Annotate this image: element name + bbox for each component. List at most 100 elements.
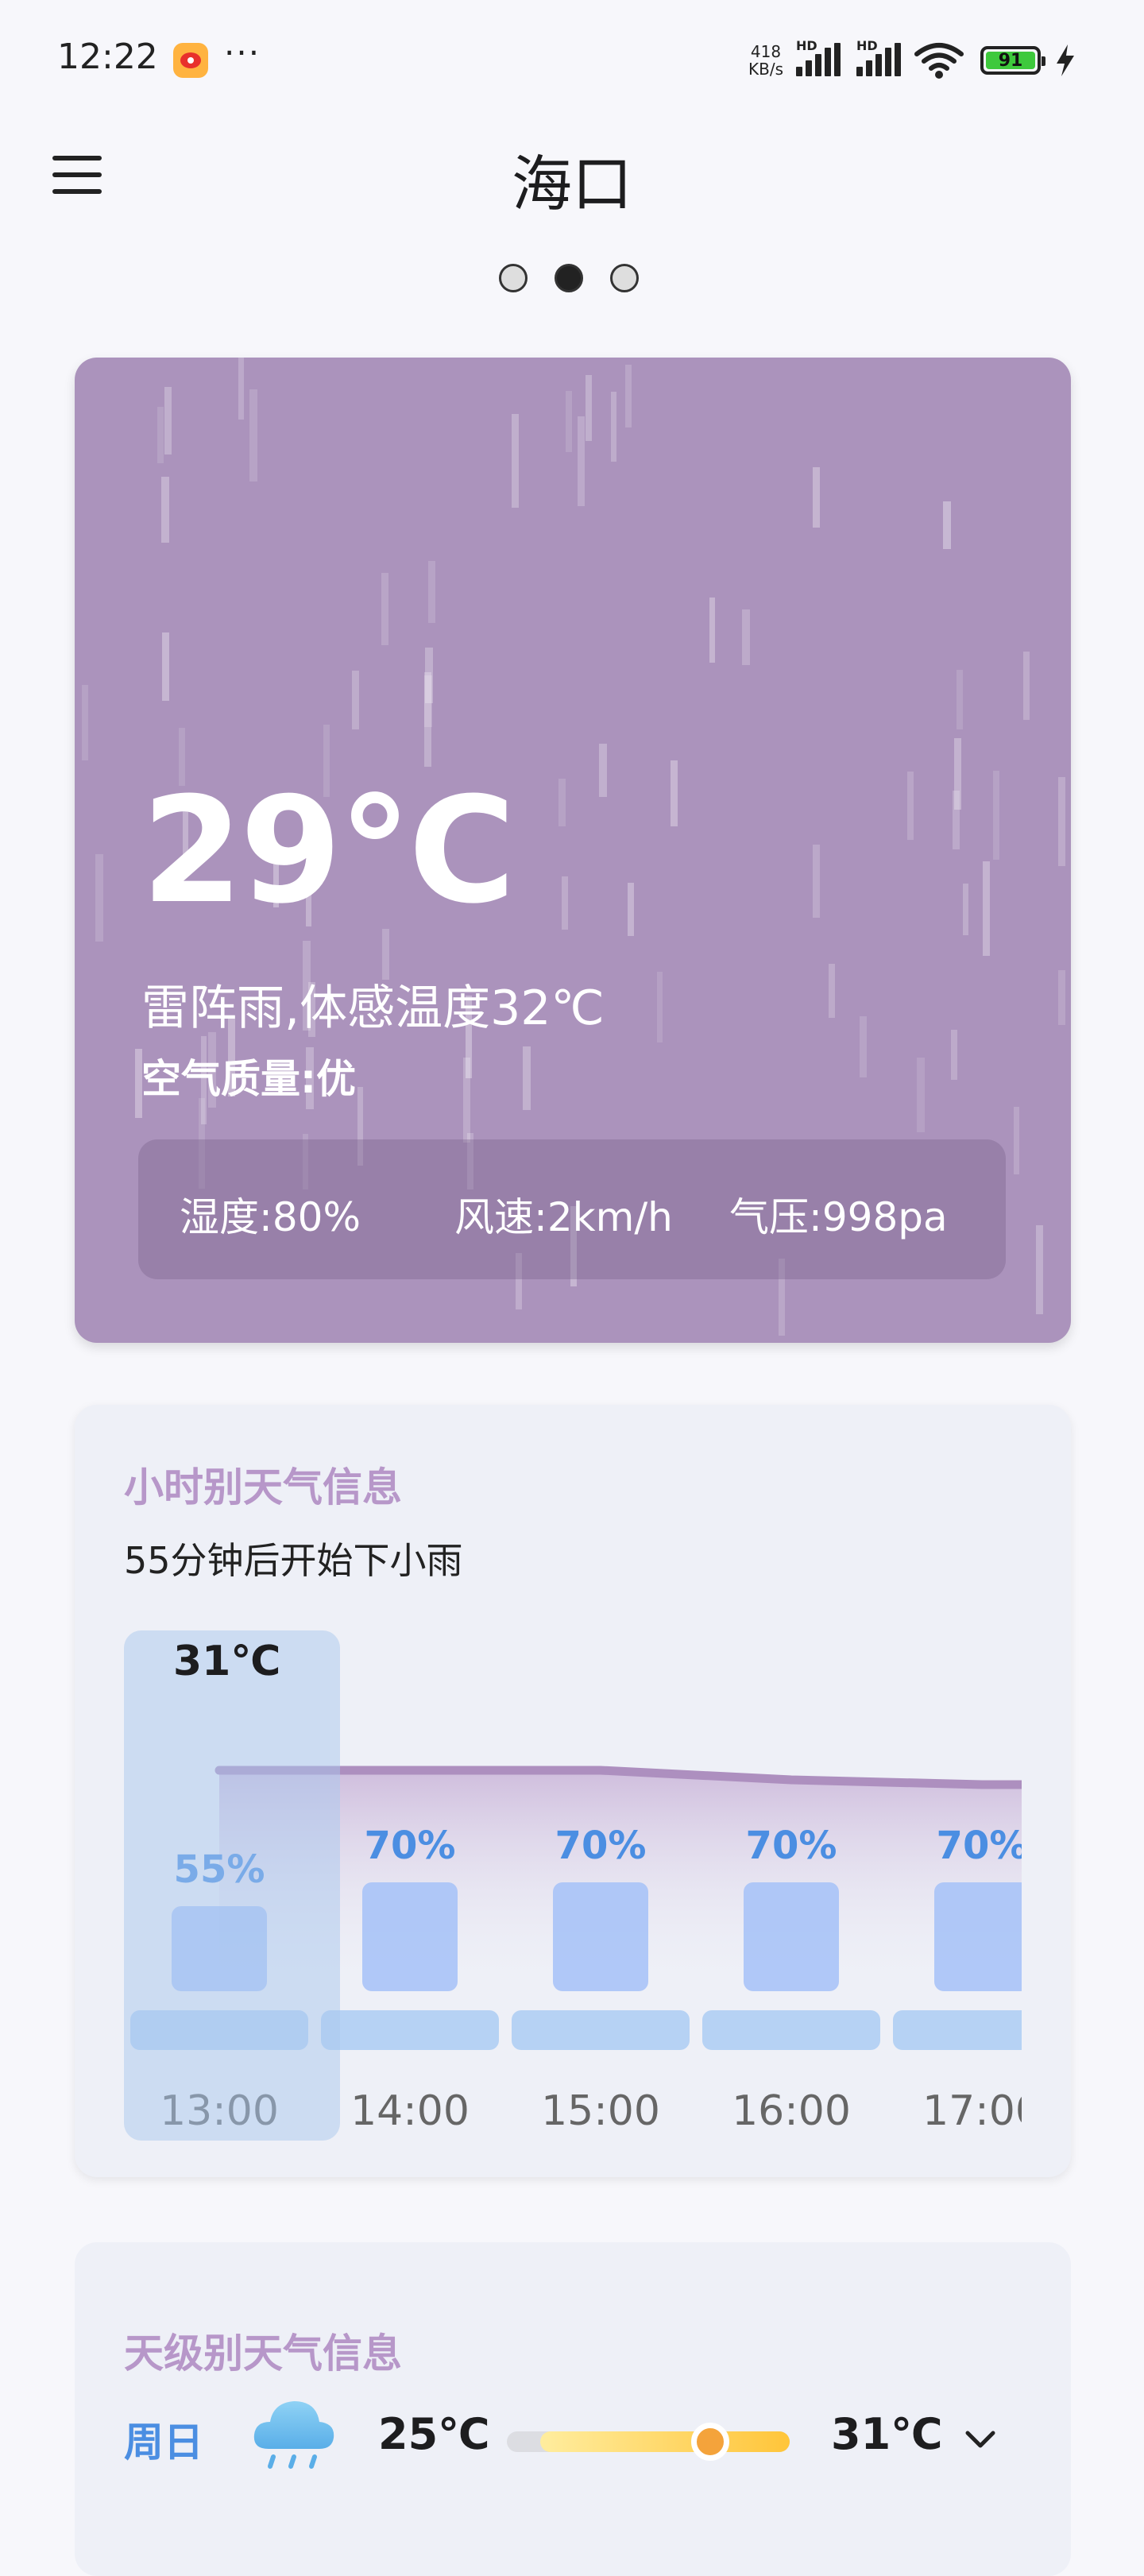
- rain-streak: [566, 391, 572, 452]
- rain-streak: [951, 1030, 957, 1080]
- rain-streak: [562, 876, 568, 930]
- rain-streak: [424, 672, 431, 767]
- wifi-icon: [914, 43, 964, 79]
- rain-streak: [829, 964, 835, 1018]
- rain-streak: [599, 744, 607, 797]
- rain-cloud-icon: [253, 2401, 334, 2469]
- rain-streak: [657, 972, 663, 1042]
- rain-streak: [671, 760, 678, 826]
- rain-streak: [586, 375, 592, 441]
- rain-streak: [238, 358, 244, 420]
- rain-streak: [1058, 777, 1065, 866]
- rain-streak: [709, 598, 715, 663]
- current-temperature-marker: [691, 2423, 729, 2461]
- rain-streak: [381, 573, 388, 645]
- pressure: 气压:998pa: [729, 1194, 948, 1240]
- battery-icon: 91: [980, 46, 1045, 75]
- network-speed-unit: KB/s: [748, 60, 783, 79]
- hour-label: 14:00: [350, 2087, 470, 2135]
- hourly-chart[interactable]: 55%13:0070%14:0070%15:0070%16:0070%17:00…: [124, 1626, 1022, 2150]
- rain-streak: [954, 738, 961, 810]
- battery-level: 91: [998, 51, 1023, 71]
- hour-pill: [512, 2010, 690, 2050]
- hd-badge: HD: [796, 38, 817, 53]
- page-indicator[interactable]: [499, 264, 642, 299]
- rain-notice: 55分钟后开始下小雨: [124, 1539, 463, 1582]
- rain-streak: [907, 772, 914, 840]
- daily-section-title: 天级别天气信息: [124, 2330, 402, 2377]
- rain-streak: [1058, 970, 1065, 1025]
- hourly-weather-card: 小时别天气信息 55分钟后开始下小雨 55%13:0070%14:0070%15…: [75, 1405, 1071, 2177]
- rain-streak: [813, 845, 820, 918]
- status-bar: 12:22 ··· 418 KB/s HD HD 91: [0, 0, 1144, 119]
- rain-streak: [917, 1058, 925, 1132]
- hour-pill: [321, 2010, 499, 2050]
- precipitation-label: 70%: [365, 1824, 456, 1868]
- chevron-down-icon[interactable]: [961, 2423, 999, 2455]
- hour-pill: [702, 2010, 880, 2050]
- day-name: 周日: [124, 2419, 203, 2466]
- hour-label: 15:00: [541, 2087, 660, 2135]
- selected-hour-temperature: 31℃: [173, 1638, 280, 1685]
- rain-streak: [611, 392, 616, 462]
- high-temperature: 31℃: [831, 2409, 943, 2459]
- selected-hour-highlight[interactable]: [124, 1630, 340, 2141]
- hour-label: 17:00: [922, 2087, 1022, 2135]
- rain-streak: [523, 1046, 531, 1110]
- rain-streak: [164, 387, 172, 454]
- precipitation-label: 70%: [746, 1824, 837, 1868]
- rain-streak: [943, 501, 951, 549]
- weather-metrics: 湿度:80% 风速:2km/h 气压:998pa: [138, 1139, 1006, 1279]
- precipitation-bar: [362, 1882, 458, 1991]
- network-speed: 418 KB/s: [742, 43, 790, 78]
- current-temperature: 29°C: [141, 766, 516, 936]
- city-title: 海口: [512, 149, 632, 219]
- rain-streak: [82, 685, 88, 760]
- rain-streak: [162, 632, 169, 701]
- rain-streak: [249, 389, 257, 482]
- page-dot[interactable]: [610, 264, 639, 292]
- rain-streak: [157, 407, 164, 463]
- rain-streak: [428, 561, 435, 623]
- daily-weather-card: 天级别天气信息 周日 25℃ 31℃: [75, 2242, 1071, 2576]
- signal-1-icon: HD: [796, 38, 850, 76]
- daily-row[interactable]: 周日 25℃ 31℃: [124, 2393, 1022, 2489]
- temperature-range-bar: [507, 2423, 790, 2461]
- air-quality: 空气质量:优: [141, 1056, 356, 1102]
- network-speed-value: 418: [750, 42, 782, 61]
- rain-streak: [813, 467, 820, 528]
- precipitation-label: 70%: [555, 1824, 647, 1868]
- low-temperature: 25℃: [378, 2409, 490, 2459]
- precipitation-bar: [744, 1882, 839, 1991]
- rain-streak: [742, 609, 750, 665]
- rain-streak: [95, 854, 103, 942]
- precipitation-bar: [934, 1882, 1022, 1991]
- wind-speed: 风速:2km/h: [454, 1194, 673, 1240]
- rain-streak: [963, 884, 968, 935]
- rain-streak: [1036, 1225, 1043, 1314]
- weibo-notification-icon: [173, 43, 208, 78]
- page-dot[interactable]: [499, 264, 528, 292]
- page-dot-active[interactable]: [555, 264, 583, 292]
- charging-icon: [1057, 44, 1074, 76]
- rain-streak: [1023, 652, 1030, 720]
- rain-streak: [578, 416, 585, 506]
- rain-streak: [558, 779, 566, 826]
- signal-2-icon: HD: [856, 38, 910, 76]
- rain-streak: [625, 365, 632, 427]
- current-weather-card: 29°C 雷阵雨,体感温度32℃ 空气质量:优 湿度:80% 风速:2km/h …: [75, 358, 1071, 1343]
- hd-badge: HD: [856, 38, 878, 53]
- rain-streak: [352, 671, 359, 729]
- rain-streak: [463, 1058, 470, 1143]
- more-notifications-icon: ···: [224, 33, 261, 72]
- rain-streak: [957, 670, 963, 729]
- precipitation-label: 70%: [937, 1824, 1022, 1868]
- temperature-range-fill: [540, 2431, 790, 2452]
- hour-pill: [893, 2010, 1022, 2050]
- status-time: 12:22: [57, 37, 158, 77]
- rain-streak: [628, 883, 634, 936]
- rain-streak: [993, 771, 999, 860]
- precipitation-bar: [553, 1882, 648, 1991]
- rain-streak: [983, 861, 990, 956]
- rain-streak: [1014, 1107, 1019, 1174]
